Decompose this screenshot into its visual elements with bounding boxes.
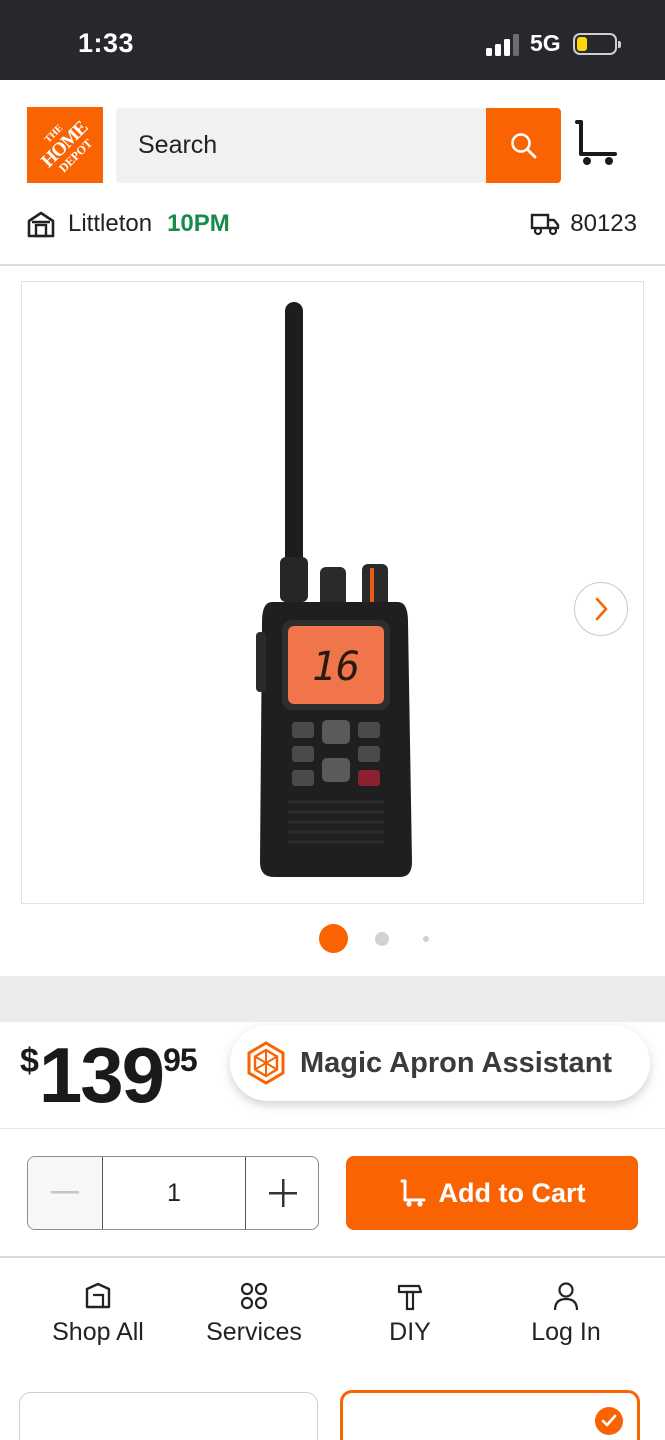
cart-icon[interactable] — [573, 118, 621, 168]
person-icon — [553, 1282, 579, 1311]
price-currency: $ — [20, 1042, 39, 1080]
store-selector[interactable]: Littleton 10PM — [26, 206, 230, 242]
status-time: 1:33 — [78, 28, 135, 58]
minus-icon — [51, 1191, 79, 1194]
chevron-right-icon — [595, 597, 608, 621]
search-box — [116, 108, 486, 183]
delivery-zip-selector[interactable]: 80123 — [530, 206, 637, 242]
zip-code: 80123 — [570, 210, 637, 237]
plus-icon — [268, 1179, 297, 1207]
nav-label: DIY — [389, 1318, 431, 1346]
nav-label: Services — [206, 1318, 302, 1346]
cart-icon — [400, 1179, 425, 1207]
store-tag-icon — [85, 1282, 111, 1309]
quantity-stepper — [27, 1156, 319, 1230]
store-name: Littleton — [68, 210, 153, 237]
product-image: 16 — [256, 302, 412, 877]
add-to-cart-button[interactable]: Add to Cart — [346, 1156, 638, 1230]
nav-label: Shop All — [52, 1318, 144, 1346]
add-to-cart-label: Add to Cart — [438, 1177, 586, 1208]
search-button[interactable] — [486, 108, 561, 183]
search-icon — [510, 132, 536, 158]
signal-icon — [486, 34, 519, 56]
store-hours: 10PM — [167, 210, 230, 237]
battery-icon — [573, 33, 621, 55]
search-input[interactable] — [138, 108, 468, 183]
product-price: $ 139 95 — [20, 1031, 198, 1119]
magic-apron-icon — [247, 1041, 285, 1085]
fulfillment-option-card[interactable] — [19, 1392, 318, 1440]
fulfillment-option-card-selected[interactable] — [340, 1390, 640, 1440]
quantity-input[interactable] — [102, 1157, 246, 1229]
network-label: 5G — [530, 30, 561, 56]
nav-log-in[interactable]: Log In — [486, 1280, 646, 1360]
add-to-cart-bar: Add to Cart — [0, 1128, 665, 1258]
nav-diy[interactable]: DIY — [330, 1280, 490, 1360]
assistant-label: Magic Apron Assistant — [300, 1046, 613, 1079]
status-bar: 1:33 5G — [0, 0, 665, 80]
site-header: THE HOME DEPOT Littleton 10PM — [0, 80, 665, 266]
radio-screen-text: 16 — [312, 644, 360, 690]
product-image-frame[interactable]: 16 — [21, 281, 644, 904]
quantity-increase-button[interactable] — [246, 1157, 318, 1229]
price-dollars: 139 — [38, 1031, 165, 1119]
grid-dots-icon — [240, 1282, 268, 1310]
carousel-dot[interactable] — [423, 936, 429, 942]
home-depot-logo[interactable]: THE HOME DEPOT — [27, 107, 103, 183]
carousel-dots — [0, 924, 665, 954]
store-icon — [27, 211, 55, 238]
hammer-icon — [397, 1284, 423, 1311]
carousel-dot[interactable] — [375, 932, 389, 946]
nav-shop-all[interactable]: Shop All — [18, 1280, 178, 1360]
carousel-dot-active[interactable] — [319, 924, 348, 953]
price-cents: 95 — [163, 1042, 198, 1078]
checkmark-icon — [595, 1407, 623, 1435]
section-divider — [0, 976, 665, 1022]
magic-apron-assistant-button[interactable]: Magic Apron Assistant — [230, 1025, 650, 1101]
delivery-truck-icon — [531, 213, 560, 236]
quantity-decrease-button[interactable] — [28, 1157, 102, 1229]
bottom-navigation: Shop All Services DIY Log In — [0, 1258, 665, 1378]
nav-services[interactable]: Services — [174, 1280, 334, 1360]
nav-label: Log In — [531, 1318, 601, 1346]
next-image-button[interactable] — [574, 582, 628, 636]
product-gallery: 16 — [0, 266, 665, 976]
price-section: $ 139 95 Magic Apron Assistant — [0, 1022, 665, 1128]
